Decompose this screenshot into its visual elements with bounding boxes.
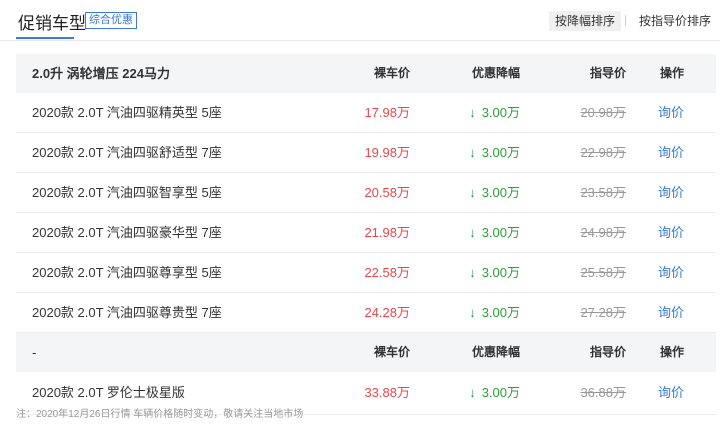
table-row: 2020款 2.0T 汽油四驱尊贵型 7座 24.28万 ↓ 3.00万 27.2… — [16, 293, 716, 333]
group-header-row: 2.0升 涡轮增压 224马力 裸车价 优惠降幅 指导价 操作 — [16, 54, 716, 93]
table-row: 2020款 2.0T 汽油四驱舒适型 7座 19.98万 ↓ 3.00万 22.9… — [16, 133, 716, 173]
guide-price: 23.58万 — [580, 185, 626, 200]
sort-by-discount-button[interactable]: 按降幅排序 — [549, 11, 622, 31]
discount-amount: ↓ 3.00万 — [469, 253, 520, 292]
promo-header: 促销车型 综合优惠 按降幅排序 按指导价排序 — [0, 0, 720, 41]
table-row: 2020款 2.0T 汽油四驱尊享型 5座 22.58万 ↓ 3.00万 25.5… — [16, 253, 716, 293]
sort-divider — [625, 15, 626, 26]
down-arrow-icon: ↓ — [469, 385, 476, 400]
inquire-link[interactable]: 询价 — [658, 293, 684, 332]
guide-price: 36.88万 — [580, 385, 626, 400]
column-header-discount: 优惠降幅 — [471, 66, 520, 80]
dealer-price: 21.98万 — [364, 225, 410, 240]
model-name: 2020款 2.0T 汽油四驱精英型 5座 — [32, 105, 222, 120]
discount-amount: ↓ 3.00万 — [469, 293, 520, 332]
dealer-price: 33.88万 — [364, 385, 410, 400]
table-row: 2020款 2.0T 汽油四驱精英型 5座 17.98万 ↓ 3.00万 20.9… — [16, 93, 716, 133]
group-name: 2.0升 涡轮增压 224马力 — [32, 66, 170, 81]
group-header-row: - 裸车价 优惠降幅 指导价 操作 — [16, 333, 716, 372]
inquire-link[interactable]: 询价 — [658, 93, 684, 132]
guide-price: 20.98万 — [580, 105, 626, 120]
discount-amount: ↓ 3.00万 — [469, 372, 520, 414]
discount-value: 3.00万 — [481, 385, 520, 400]
column-header-guide-price: 指导价 — [589, 345, 626, 359]
dealer-price: 17.98万 — [364, 105, 410, 120]
promo-table: 2.0升 涡轮增压 224马力 裸车价 优惠降幅 指导价 操作 2020款 2.… — [16, 54, 716, 415]
inquire-link[interactable]: 询价 — [658, 372, 684, 414]
inquire-link[interactable]: 询价 — [658, 213, 684, 252]
discount-value: 3.00万 — [481, 185, 520, 200]
group-name: - — [32, 345, 37, 360]
discount-value: 3.00万 — [481, 225, 520, 240]
column-header-action: 操作 — [659, 66, 684, 80]
discount-amount: ↓ 3.00万 — [469, 173, 520, 212]
model-name: 2020款 2.0T 汽油四驱豪华型 7座 — [32, 225, 222, 240]
discount-amount: ↓ 3.00万 — [469, 213, 520, 252]
guide-price: 22.98万 — [580, 145, 626, 160]
column-header-action: 操作 — [659, 345, 684, 359]
column-header-guide-price: 指导价 — [589, 66, 626, 80]
model-name: 2020款 2.0T 汽油四驱智享型 5座 — [32, 185, 222, 200]
dealer-price: 19.98万 — [364, 145, 410, 160]
column-header-price: 裸车价 — [373, 345, 410, 359]
inquire-link[interactable]: 询价 — [658, 173, 684, 212]
dealer-price: 24.28万 — [364, 305, 410, 320]
overall-discount-tag: 综合优惠 — [85, 12, 137, 29]
guide-price: 27.28万 — [580, 305, 626, 320]
down-arrow-icon: ↓ — [469, 265, 476, 280]
guide-price: 25.58万 — [580, 265, 626, 280]
table-row: 2020款 2.0T 汽油四驱豪华型 7座 21.98万 ↓ 3.00万 24.9… — [16, 213, 716, 253]
guide-price: 24.98万 — [580, 225, 626, 240]
discount-amount: ↓ 3.00万 — [469, 133, 520, 172]
down-arrow-icon: ↓ — [469, 185, 476, 200]
inquire-link[interactable]: 询价 — [658, 253, 684, 292]
inquire-link[interactable]: 询价 — [658, 133, 684, 172]
table-row: 2020款 2.0T 汽油四驱智享型 5座 20.58万 ↓ 3.00万 23.5… — [16, 173, 716, 213]
model-name: 2020款 2.0T 汽油四驱尊享型 5座 — [32, 265, 222, 280]
title-underline — [16, 37, 74, 39]
discount-amount: ↓ 3.00万 — [469, 93, 520, 132]
down-arrow-icon: ↓ — [469, 105, 476, 120]
discount-value: 3.00万 — [481, 145, 520, 160]
column-header-price: 裸车价 — [373, 66, 410, 80]
sort-by-guide-price-button[interactable]: 按指导价排序 — [633, 11, 717, 31]
discount-value: 3.00万 — [481, 265, 520, 280]
model-name: 2020款 2.0T 汽油四驱尊贵型 7座 — [32, 305, 222, 320]
down-arrow-icon: ↓ — [469, 225, 476, 240]
down-arrow-icon: ↓ — [469, 145, 476, 160]
column-header-discount: 优惠降幅 — [471, 345, 520, 359]
price-disclaimer-note: 注：2020年12月26日行情 车辆价格随时变动，敬请关注当地市场 — [16, 409, 304, 420]
dealer-price: 20.58万 — [364, 185, 410, 200]
dealer-price: 22.58万 — [364, 265, 410, 280]
down-arrow-icon: ↓ — [469, 305, 476, 320]
page-title: 促销车型 — [18, 14, 86, 33]
discount-value: 3.00万 — [481, 105, 520, 120]
model-name: 2020款 2.0T 汽油四驱舒适型 7座 — [32, 145, 222, 160]
discount-value: 3.00万 — [481, 305, 520, 320]
